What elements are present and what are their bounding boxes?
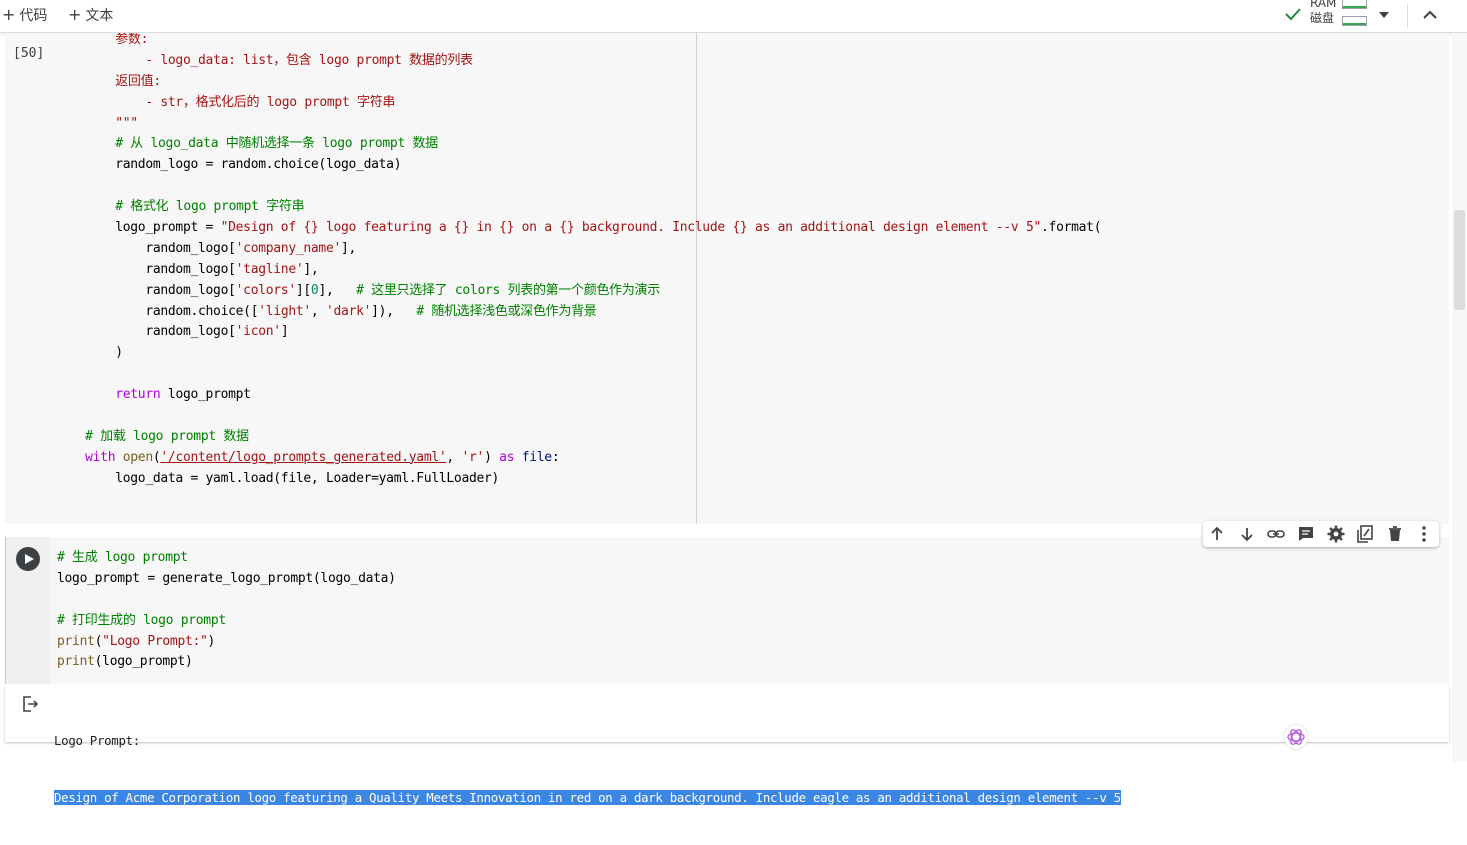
code-line[interactable]: ) [55, 343, 1101, 364]
code-line[interactable]: - logo_data: list，包含 logo prompt 数据的列表 [55, 51, 1101, 72]
add-text-button[interactable]: + 文本 [68, 5, 113, 25]
toolbar-divider [1407, 4, 1408, 28]
resources-labels[interactable]: RAM 磁盘 [1310, 0, 1336, 26]
cell-output: Logo Prompt: Design of Acme Corporation … [5, 685, 1449, 805]
code-line[interactable]: - str，格式化后的 logo prompt 字符串 [55, 93, 1101, 114]
code-cell-1[interactable]: [50] 参数: - logo_data: list，包含 logo promp… [5, 33, 1449, 524]
plus-icon: + [2, 5, 16, 24]
ram-usage-bar [1342, 0, 1367, 9]
code-line[interactable]: logo_prompt = "Design of {} logo featuri… [55, 218, 1101, 239]
code-line[interactable] [55, 406, 1101, 427]
chatgpt-extension-icon[interactable] [1284, 725, 1308, 749]
code-line[interactable]: random_logo['colors'][0], # 这里只选择了 color… [55, 281, 1101, 302]
delete-icon[interactable] [1386, 525, 1404, 543]
code-line[interactable]: """ [55, 114, 1101, 135]
mirror-cell-icon[interactable] [1356, 525, 1374, 543]
move-up-icon[interactable] [1208, 525, 1226, 543]
code-line[interactable]: # 打印生成的 logo prompt [57, 611, 396, 632]
output-actions-icon[interactable] [21, 695, 39, 713]
code-line[interactable]: random_logo['company_name'], [55, 239, 1101, 260]
code-line[interactable]: logo_prompt = generate_logo_prompt(logo_… [57, 569, 396, 590]
code-line[interactable] [57, 590, 396, 611]
output-text[interactable]: Logo Prompt: Design of Acme Corporation … [54, 693, 1121, 845]
add-code-button[interactable]: + 代码 [2, 5, 47, 25]
link-icon[interactable] [1267, 525, 1285, 543]
more-options-icon[interactable] [1415, 525, 1433, 543]
code-line[interactable]: # 加载 logo prompt 数据 [55, 427, 1101, 448]
notebook-toolbar: + 代码 + 文本 RAM 磁盘 [0, 0, 1467, 33]
code-line[interactable]: logo_data = yaml.load(file, Loader=yaml.… [55, 469, 1101, 490]
disk-usage-bar [1342, 16, 1367, 26]
code-line[interactable]: random.choice(['light', 'dark']), # 随机选择… [55, 302, 1101, 323]
code-line[interactable]: print(logo_prompt) [57, 652, 396, 673]
code-line[interactable] [55, 176, 1101, 197]
code-cell-2[interactable]: # 生成 logo prompt logo_prompt = generate_l… [5, 537, 1450, 684]
runtime-dropdown-icon[interactable] [1376, 7, 1392, 23]
code-line[interactable]: print("Logo Prompt:") [57, 632, 396, 653]
code-line[interactable]: return logo_prompt [55, 385, 1101, 406]
run-cell-button[interactable] [16, 547, 40, 571]
connected-check-icon[interactable] [1284, 6, 1302, 22]
output-line-heading: Logo Prompt: [54, 733, 140, 748]
disk-label: 磁盘 [1310, 11, 1335, 25]
code-line[interactable]: 参数: [55, 33, 1101, 51]
code-line[interactable]: 返回值: [55, 72, 1101, 93]
comment-icon[interactable] [1297, 525, 1315, 543]
add-code-label: 代码 [19, 8, 48, 24]
chevron-up-icon[interactable] [1420, 5, 1440, 25]
code-line[interactable]: random_logo = random.choice(logo_data) [55, 155, 1101, 176]
code-line[interactable]: # 生成 logo prompt [57, 548, 396, 569]
execution-count: [50] [13, 46, 45, 61]
ram-label: RAM [1310, 0, 1337, 10]
move-down-icon[interactable] [1238, 525, 1256, 543]
cell-toolbar [1203, 521, 1439, 547]
plus-icon: + [68, 5, 82, 24]
page-scrollbar[interactable] [1452, 33, 1467, 762]
code-line[interactable]: # 格式化 logo prompt 字符串 [55, 197, 1101, 218]
code-line[interactable]: random_logo['icon'] [55, 322, 1101, 343]
output-line-selected: Design of Acme Corporation logo featurin… [54, 790, 1121, 805]
code-editor[interactable]: # 生成 logo prompt logo_prompt = generate_l… [57, 548, 396, 673]
code-line[interactable]: random_logo['tagline'], [55, 260, 1101, 281]
code-line[interactable]: with open('/content/logo_prompts_generat… [55, 448, 1101, 469]
scrollbar-thumb[interactable] [1454, 210, 1465, 310]
code-line[interactable] [55, 364, 1101, 385]
add-text-label: 文本 [85, 8, 114, 24]
code-line[interactable]: # 从 logo_data 中随机选择一条 logo prompt 数据 [55, 134, 1101, 155]
settings-icon[interactable] [1327, 525, 1345, 543]
code-editor[interactable]: 参数: - logo_data: list，包含 logo prompt 数据的… [55, 33, 1101, 490]
